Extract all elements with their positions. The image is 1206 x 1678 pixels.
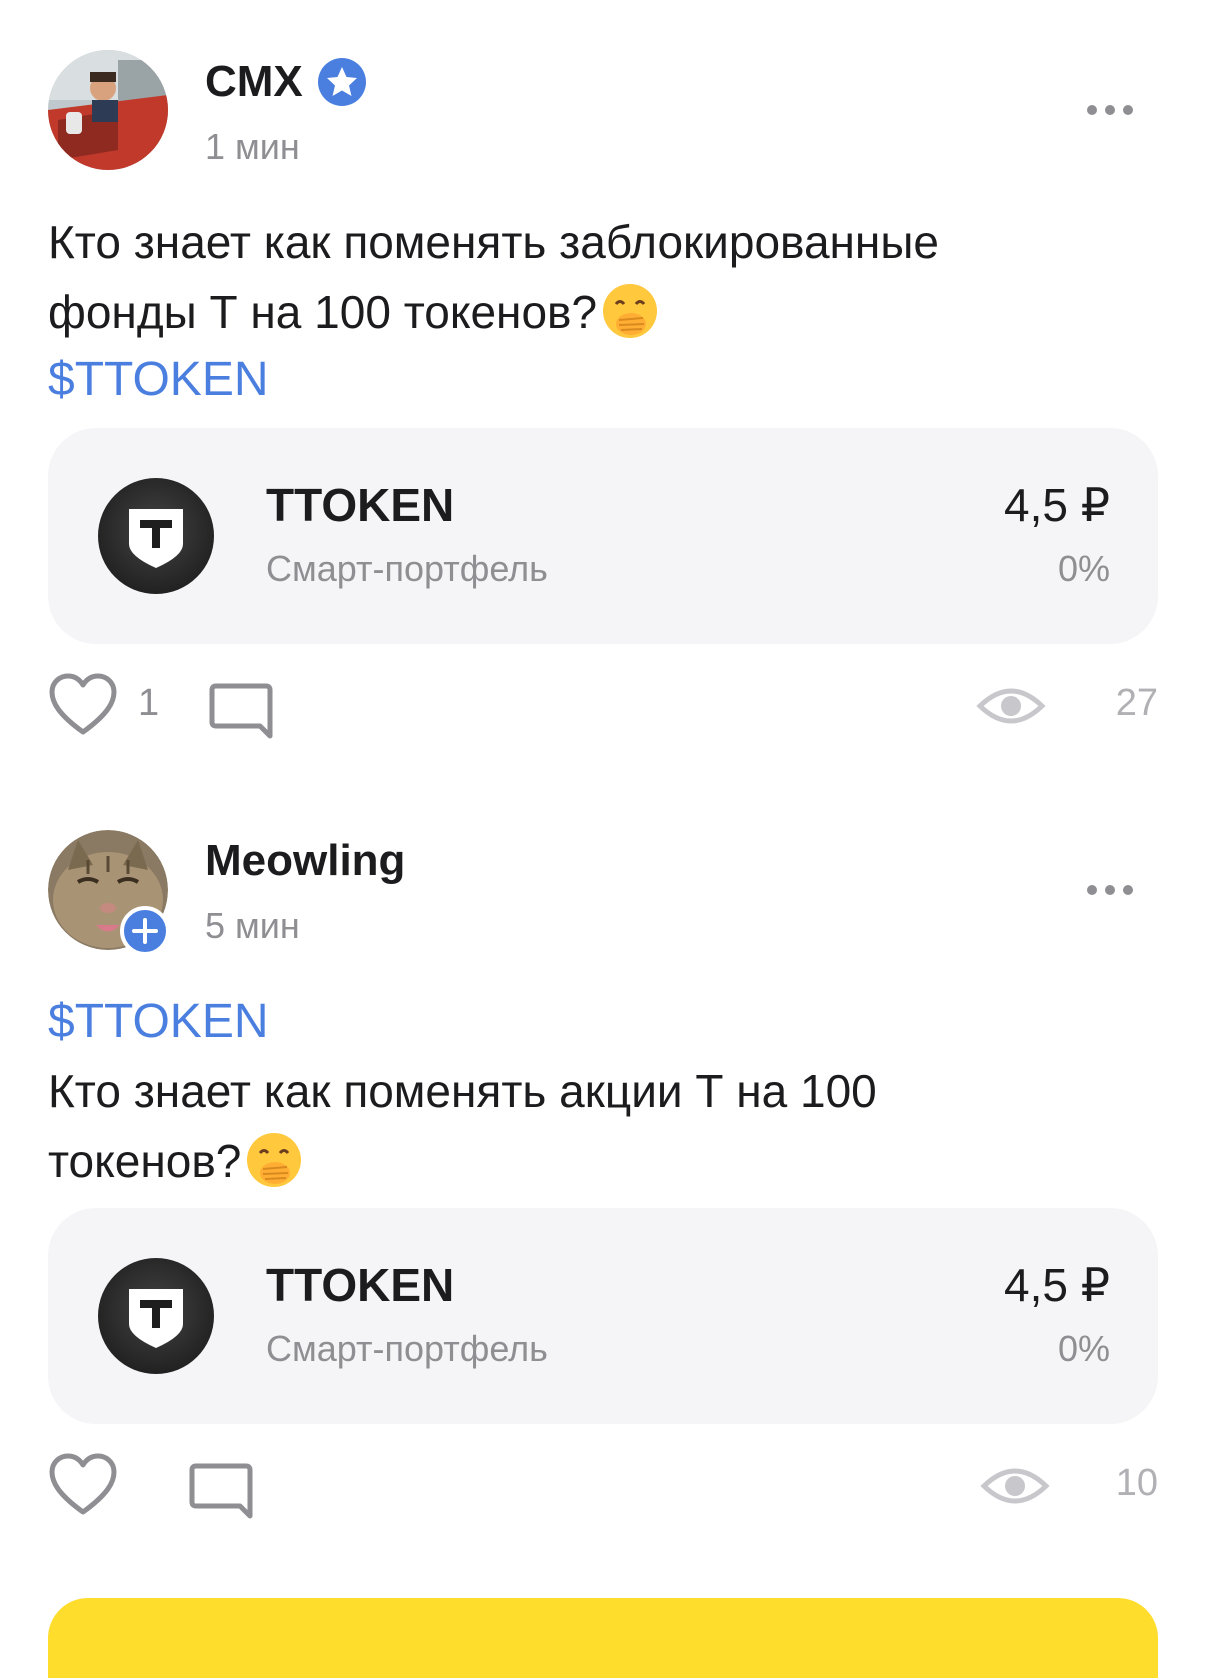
like-heart-icon[interactable] <box>48 672 118 743</box>
follow-plus-icon[interactable] <box>120 906 170 956</box>
post-text-line: фонды Т на 100 токенов? <box>48 286 598 338</box>
hand-over-mouth-emoji-icon <box>245 1131 303 1189</box>
views-count: 27 <box>1115 682 1158 724</box>
author-name[interactable]: CMX <box>205 57 367 107</box>
likes-count: 1 <box>138 682 160 724</box>
post-text-line: Кто знает как поменять заблокированные <box>48 216 939 268</box>
card-subtitle: Смарт-портфель <box>266 548 548 589</box>
author-label: CMX <box>205 57 303 106</box>
ticker-link[interactable]: $TTOKEN <box>48 994 269 1049</box>
card-title: TTOKEN <box>266 1259 455 1311</box>
hand-over-mouth-emoji-icon <box>601 282 659 340</box>
verified-badge-icon <box>317 57 367 107</box>
comment-icon[interactable] <box>208 682 274 747</box>
post-text: Кто знает как поменять заблокированные ф… <box>48 206 939 348</box>
post-actions: 10 <box>0 1452 1206 1522</box>
author-label: Meowling <box>205 836 406 885</box>
instrument-card[interactable]: TTOKEN Смарт-портфель 4,5 ₽ 0% <box>48 428 1158 644</box>
views-eye-icon <box>980 1464 1050 1513</box>
more-options-icon[interactable] <box>1086 100 1136 120</box>
post-time: 1 мин <box>205 126 300 167</box>
avatar[interactable] <box>48 830 170 956</box>
card-price: 4,5 ₽ <box>1004 479 1110 531</box>
ttoken-logo-icon <box>96 476 216 596</box>
views-eye-icon <box>976 684 1046 733</box>
card-change: 0% <box>1057 548 1110 589</box>
like-heart-icon[interactable] <box>48 1452 118 1523</box>
card-change: 0% <box>1057 1328 1110 1369</box>
card-subtitle: Смарт-портфель <box>266 1328 548 1369</box>
post-text: Кто знает как поменять акции Т на 100 то… <box>48 1055 877 1197</box>
instrument-card[interactable]: TTOKEN Смарт-портфель 4,5 ₽ 0% <box>48 1208 1158 1424</box>
ticker-link[interactable]: $TTOKEN <box>48 352 269 407</box>
card-price: 4,5 ₽ <box>1004 1259 1110 1311</box>
comment-icon[interactable] <box>188 1462 254 1527</box>
views-count: 10 <box>1115 1462 1158 1504</box>
post-text-line: токенов? <box>48 1135 242 1187</box>
avatar[interactable] <box>48 50 168 170</box>
post-time: 5 мин <box>205 905 300 946</box>
ttoken-logo-icon <box>96 1256 216 1376</box>
more-options-icon[interactable] <box>1086 880 1136 900</box>
post-text-line: Кто знает как поменять акции Т на 100 <box>48 1065 877 1117</box>
card-title: TTOKEN <box>266 479 455 531</box>
post-actions: 1 27 <box>0 672 1206 742</box>
yellow-action-bar[interactable] <box>48 1598 1158 1678</box>
post-text-line-with-emoji: токенов? <box>48 1125 877 1197</box>
post-text-line-with-emoji: фонды Т на 100 токенов? <box>48 276 939 348</box>
author-name[interactable]: Meowling <box>205 836 405 886</box>
